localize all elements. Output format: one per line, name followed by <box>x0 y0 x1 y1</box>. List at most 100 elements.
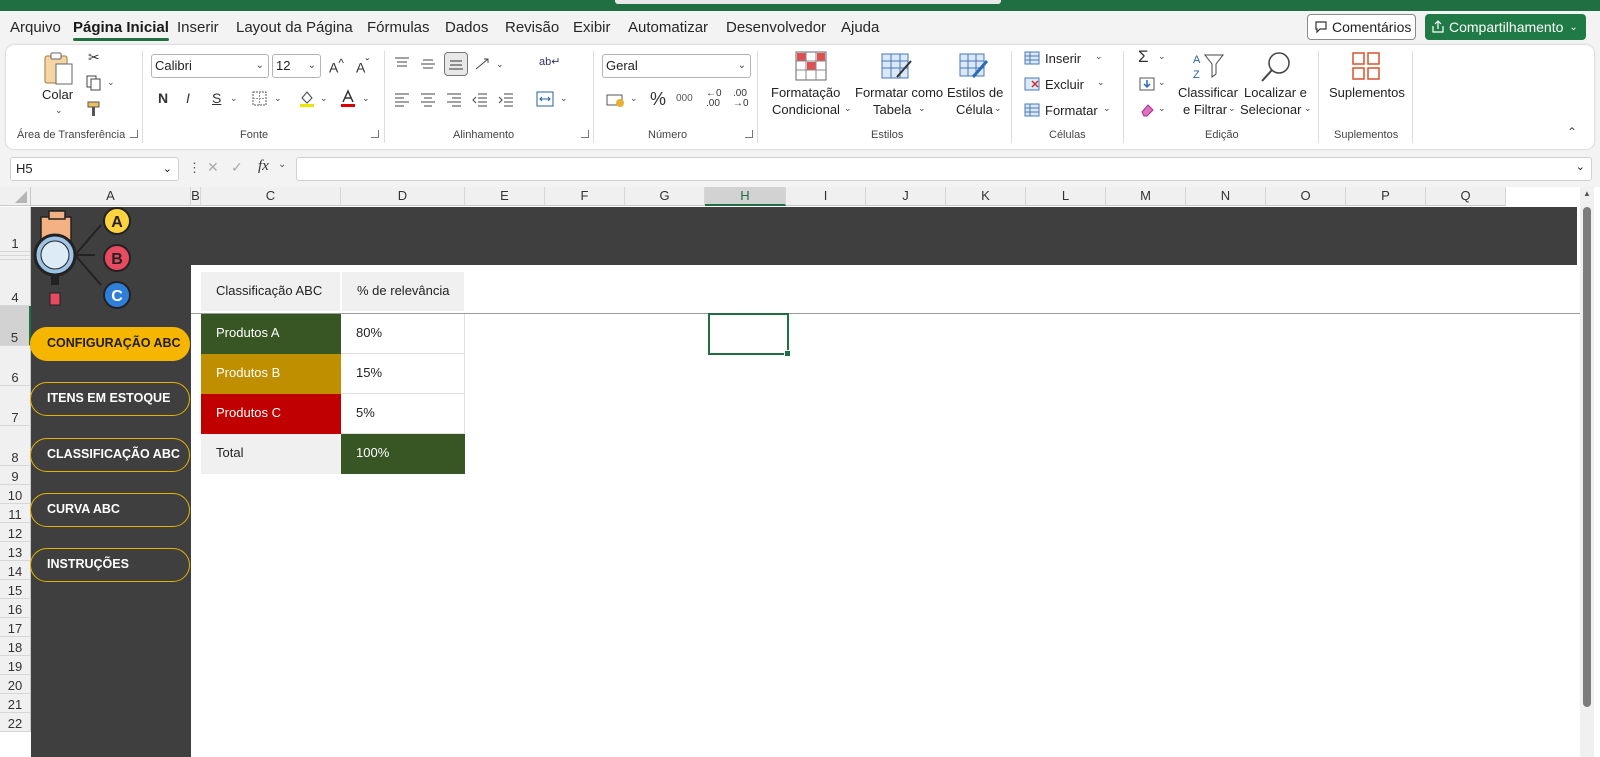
chevron-down-icon[interactable]: ⌄ <box>1158 103 1166 114</box>
select-all-button[interactable] <box>0 187 31 206</box>
column-header-q[interactable]: Q <box>1426 187 1506 206</box>
chevron-down-icon[interactable]: ⌄ <box>1304 103 1312 114</box>
table-row-label[interactable]: Produtos C <box>201 394 341 434</box>
format-cells-label[interactable]: Formatar <box>1045 103 1098 119</box>
row-header[interactable]: 13 <box>0 542 31 561</box>
nav-classificacao-abc[interactable]: CLASSIFICAÇÃO ABC <box>30 438 190 472</box>
row-header[interactable]: 20 <box>0 675 31 694</box>
table-row-value[interactable]: 5% <box>341 394 465 434</box>
addins-icon[interactable] <box>1351 51 1381 81</box>
row-header[interactable]: 6 <box>0 346 31 386</box>
table-row-value[interactable]: 80% <box>341 314 465 354</box>
cancel-icon[interactable]: ✕ <box>207 159 219 176</box>
format-as-table-label-1[interactable]: Formatar como <box>855 85 943 101</box>
column-header-o[interactable]: O <box>1266 187 1346 206</box>
align-top-icon[interactable] <box>394 57 410 69</box>
font-name-select[interactable]: Calibri ⌄ <box>151 54 269 78</box>
conditional-formatting-label-2[interactable]: Condicional <box>772 102 840 118</box>
table-row-label[interactable]: Produtos A <box>201 314 341 354</box>
decrease-decimal-icon[interactable]: .00 →0 <box>733 89 749 109</box>
align-right-icon[interactable] <box>446 93 462 107</box>
wrap-text-icon[interactable]: ab↵ <box>539 55 560 68</box>
row-header[interactable]: 11 <box>0 504 31 523</box>
row-header[interactable]: 9 <box>0 466 31 485</box>
alignment-launcher-icon[interactable] <box>581 130 589 138</box>
chevron-down-icon[interactable]: ⌄ <box>1103 103 1111 114</box>
enter-icon[interactable]: ✓ <box>231 159 243 176</box>
increase-decimal-icon[interactable]: ←0.00 <box>706 89 722 109</box>
row-header[interactable]: 4 <box>0 260 31 306</box>
sort-filter-label-2[interactable]: e Filtrar <box>1183 102 1227 118</box>
italic-button[interactable]: I <box>186 90 190 106</box>
row-header[interactable]: 18 <box>0 637 31 656</box>
autosum-icon[interactable]: Σ <box>1138 47 1149 67</box>
search-box[interactable] <box>615 0 1001 4</box>
chevron-down-icon[interactable]: ⌄ <box>362 93 370 104</box>
delete-cells-icon[interactable] <box>1024 77 1040 91</box>
insert-cells-icon[interactable] <box>1024 51 1040 65</box>
scrollbar-thumb[interactable] <box>1583 207 1591 707</box>
sort-filter-label-1[interactable]: Classificar <box>1178 85 1238 101</box>
chevron-down-icon[interactable]: ⌄ <box>320 93 328 104</box>
decrease-indent-icon[interactable] <box>472 93 488 107</box>
column-header-d[interactable]: D <box>341 187 465 206</box>
nav-itens-em-estoque[interactable]: ITENS EM ESTOQUE <box>30 382 190 416</box>
chevron-down-icon[interactable]: ⌄ <box>1158 51 1166 62</box>
cell-styles-label-2[interactable]: Célula <box>956 102 993 118</box>
bold-button[interactable]: N <box>158 90 168 106</box>
sort-filter-icon[interactable]: A Z <box>1191 51 1225 81</box>
selected-cell-h5[interactable] <box>708 313 791 357</box>
chevron-down-icon[interactable]: ⌄ <box>560 93 568 104</box>
font-color-icon[interactable] <box>339 89 357 107</box>
tab-inserir[interactable]: Inserir <box>177 19 219 36</box>
cell-styles-icon[interactable] <box>959 51 991 81</box>
column-header-b[interactable]: B <box>191 187 201 206</box>
fill-color-icon[interactable] <box>298 89 316 107</box>
tab-layout-da-pagina[interactable]: Layout da Página <box>236 19 353 36</box>
number-format-select[interactable]: Geral ⌄ <box>602 54 751 78</box>
column-header-c[interactable]: C <box>201 187 341 206</box>
thousands-button[interactable]: 000 <box>676 93 693 104</box>
row-header[interactable]: 22 <box>0 713 31 732</box>
tab-ajuda[interactable]: Ajuda <box>841 19 879 36</box>
tab-exibir[interactable]: Exibir <box>573 19 611 36</box>
column-header-k[interactable]: K <box>946 187 1026 206</box>
conditional-formatting-label-1[interactable]: Formatação <box>771 85 840 101</box>
chevron-down-icon[interactable]: ⌄ <box>844 103 852 114</box>
nav-configuracao-abc[interactable]: CONFIGURAÇÃO ABC <box>30 327 190 361</box>
chevron-down-icon[interactable]: ⌄ <box>630 93 638 104</box>
fill-icon[interactable] <box>1139 77 1155 91</box>
vertical-scrollbar[interactable]: ▲ <box>1580 187 1594 757</box>
find-select-icon[interactable] <box>1260 51 1292 83</box>
tab-formulas[interactable]: Fórmulas <box>367 19 430 36</box>
tab-arquivo[interactable]: Arquivo <box>10 19 61 36</box>
chevron-down-icon[interactable]: ⌄ <box>918 103 926 114</box>
copy-icon[interactable] <box>86 75 102 91</box>
table-total-value[interactable]: 100% <box>341 434 465 474</box>
font-size-select[interactable]: 12 ⌄ <box>272 54 321 78</box>
paste-label[interactable]: Colar <box>42 87 73 103</box>
tab-revisao[interactable]: Revisão <box>505 19 559 36</box>
paste-icon[interactable] <box>42 51 74 85</box>
collapse-ribbon-icon[interactable]: ⌃ <box>1567 125 1577 139</box>
more-options-icon[interactable]: ⋮ <box>188 160 201 176</box>
table-row-value[interactable]: 15% <box>341 354 465 394</box>
column-header-h[interactable]: H <box>705 187 786 206</box>
insert-cells-label[interactable]: Inserir <box>1045 51 1081 67</box>
find-select-label-2[interactable]: Selecionar <box>1240 102 1301 118</box>
format-painter-icon[interactable] <box>86 101 102 117</box>
cell-styles-label-1[interactable]: Estilos de <box>947 85 1003 101</box>
align-center-icon[interactable] <box>420 93 436 107</box>
row-header[interactable]: 14 <box>0 561 31 580</box>
worksheet-grid[interactable]: ABCDEFGHIJKLMNOPQ 1 4 5 6 7 8 9 10 11 12 13 14 15 16 1… <box>0 187 1600 757</box>
column-header-p[interactable]: P <box>1346 187 1426 206</box>
table-header-classificacao[interactable]: Classificação ABC <box>201 272 340 311</box>
shrink-font-icon[interactable]: Aˇ <box>356 57 369 76</box>
chevron-down-icon[interactable]: ⌄ <box>55 105 63 116</box>
conditional-formatting-icon[interactable] <box>795 51 827 81</box>
format-as-table-icon[interactable] <box>881 51 913 81</box>
chevron-down-icon[interactable]: ⌄ <box>230 93 238 104</box>
percent-button[interactable]: % <box>650 89 666 110</box>
row-header[interactable]: 1 <box>0 207 31 252</box>
row-header[interactable]: 12 <box>0 523 31 542</box>
